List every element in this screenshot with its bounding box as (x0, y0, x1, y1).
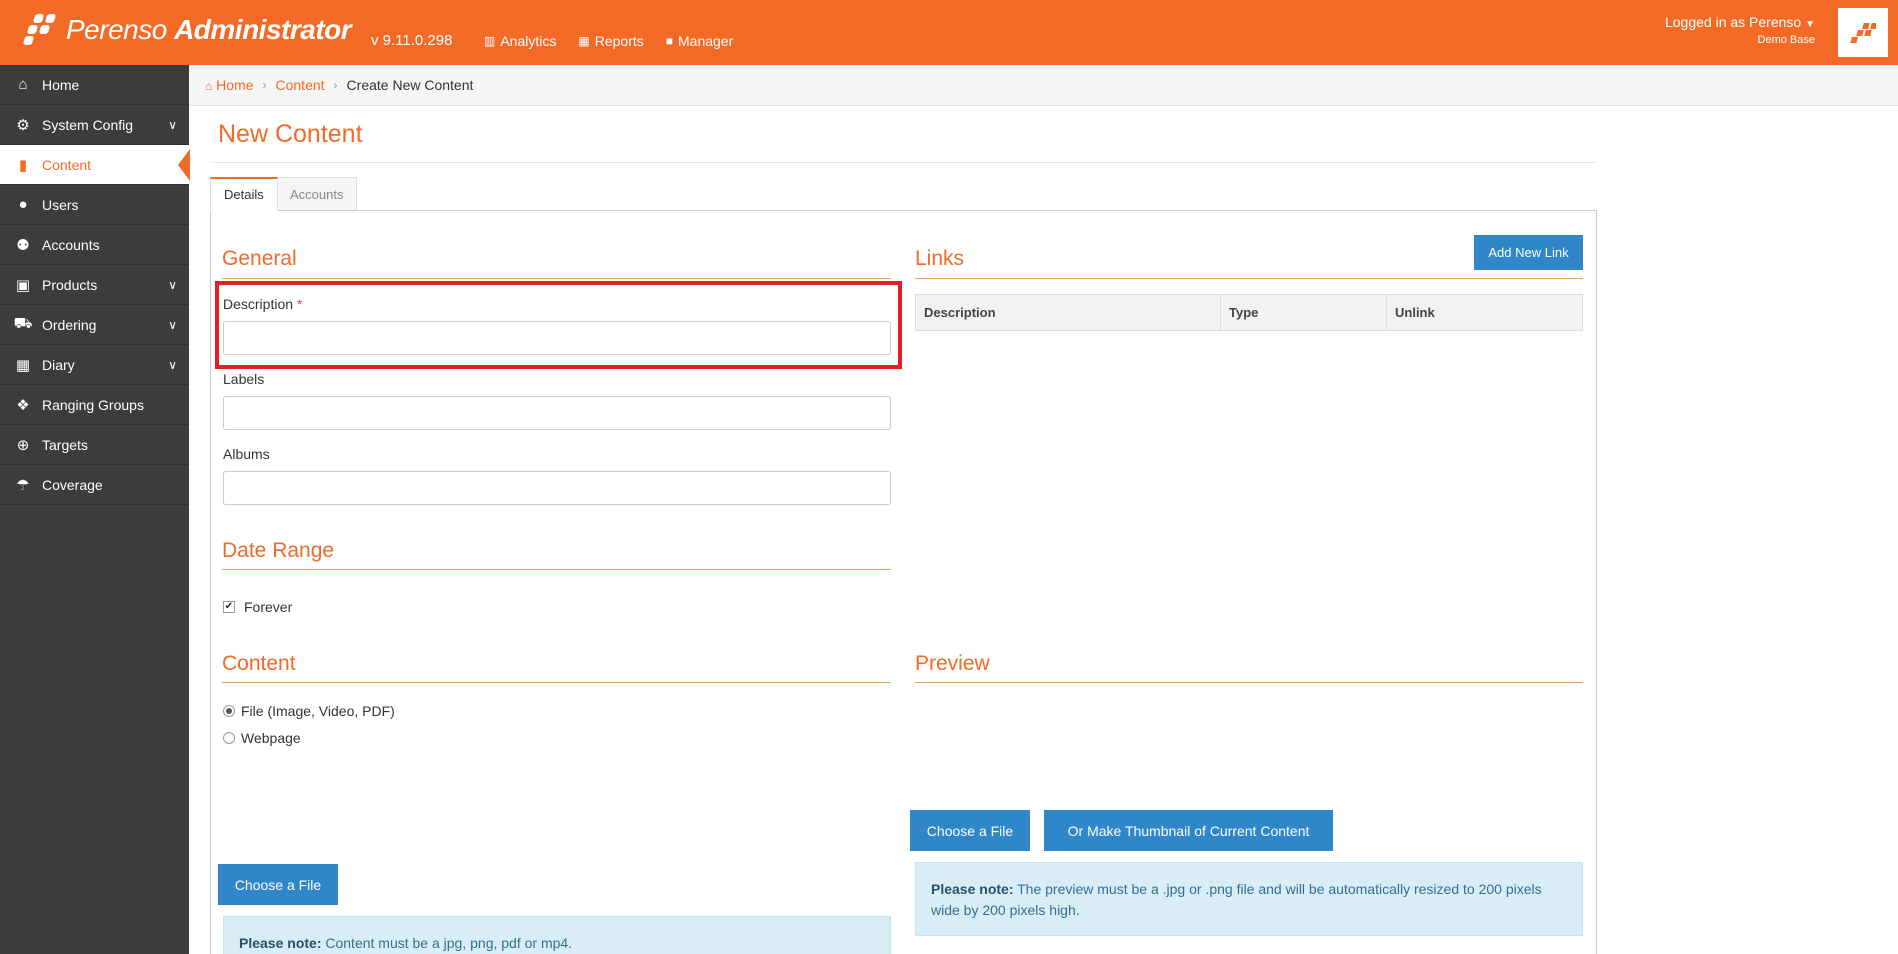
chevron-down-icon: ∨ (168, 317, 177, 332)
forever-checkbox[interactable]: ✔ Forever (223, 599, 292, 615)
sidebar-item-ranging-groups[interactable]: ❖ Ranging Groups (0, 385, 189, 425)
checkbox-checked-icon: ✔ (223, 601, 235, 613)
sidebar-item-diary[interactable]: ▦ Diary ∨ (0, 345, 189, 385)
home-icon: ⌂ (205, 79, 213, 93)
chevron-down-icon: ∨ (168, 117, 177, 132)
gear-icon: ⚙ (16, 116, 30, 134)
content-choose-file-button[interactable]: Choose a File (218, 864, 338, 905)
version-label: v 9.11.0.298 (371, 32, 453, 49)
calendar-icon: ▦ (15, 356, 31, 374)
radio-unselected-icon (223, 732, 235, 744)
gift-icon: ▣ (15, 276, 31, 294)
links-divider (915, 278, 1583, 279)
sidebar-item-ordering[interactable]: ⛟ Ordering ∨ (0, 305, 189, 345)
forever-label: Forever (244, 599, 293, 615)
cubes-icon: ❖ (16, 396, 30, 414)
sidebar-item-accounts[interactable]: ⚉ Accounts (0, 225, 189, 265)
radio-webpage-label: Webpage (241, 730, 301, 746)
breadcrumb: ⌂ Home › Content › Create New Content (189, 65, 1898, 106)
preview-title: Preview (915, 652, 990, 675)
tab-details[interactable]: Details (210, 177, 278, 211)
logo-suffix: Administrator (174, 14, 352, 45)
general-divider (222, 278, 891, 279)
nav-reports[interactable]: ▦ Reports (578, 33, 643, 49)
add-new-link-button[interactable]: Add New Link (1474, 235, 1583, 270)
tab-accounts[interactable]: Accounts (276, 177, 358, 211)
radio-webpage[interactable]: Webpage (223, 730, 301, 746)
column-header-unlink[interactable]: Unlink (1386, 294, 1583, 331)
divider (210, 162, 1597, 163)
labels-label: Labels (223, 371, 265, 387)
top-bar: Perenso Administrator v 9.11.0.298 ▥ Ana… (0, 0, 1898, 65)
preview-divider (915, 682, 1583, 683)
radio-file[interactable]: File (Image, Video, PDF) (223, 703, 395, 719)
sidebar-item-home[interactable]: ⌂ Home (0, 65, 189, 105)
sidebar-item-content[interactable]: ▮ Content (0, 145, 190, 185)
base-label: Demo Base (1757, 34, 1815, 46)
labels-input[interactable] (223, 396, 891, 430)
sidebar-item-products[interactable]: ▣ Products ∨ (0, 265, 189, 305)
home-icon: ⌂ (18, 76, 28, 93)
crosshairs-icon: ⊕ (16, 436, 30, 454)
user-menu[interactable]: Logged in as Perenso ▼ Demo Base (1665, 14, 1815, 46)
umbrella-icon: ☂ (16, 476, 30, 494)
chart-icon: ▥ (484, 34, 496, 48)
column-header-description[interactable]: Description (915, 294, 1221, 331)
page-title: New Content (218, 120, 363, 148)
top-nav: ▥ Analytics ▦ Reports ■ Manager (484, 33, 733, 49)
sidebar-item-coverage[interactable]: ☂ Coverage (0, 465, 189, 505)
albums-label: Albums (223, 446, 270, 462)
chevron-down-icon: ∨ (168, 357, 177, 372)
nav-analytics[interactable]: ▥ Analytics (484, 33, 556, 49)
links-title: Links (915, 247, 965, 270)
breadcrumb-content[interactable]: Content (276, 77, 325, 93)
briefcase-icon: ■ (665, 34, 673, 48)
sidebar-item-targets[interactable]: ⊕ Targets (0, 425, 189, 465)
preview-choose-file-button[interactable]: Choose a File (910, 810, 1030, 851)
perenso-mark-icon (1850, 22, 1876, 43)
users-icon: ⚉ (16, 236, 30, 254)
date-range-title: Date Range (222, 539, 335, 562)
albums-input[interactable] (223, 471, 891, 505)
cart-icon: ⛟ (13, 315, 33, 332)
radio-file-label: File (Image, Video, PDF) (241, 703, 395, 719)
chevron-right-icon: › (333, 78, 338, 92)
description-highlight (215, 281, 902, 369)
breadcrumb-current: Create New Content (346, 77, 474, 93)
radio-selected-icon (223, 705, 235, 717)
content-note: Please note: Content must be a jpg, png,… (223, 916, 891, 954)
file-icon: ▮ (18, 156, 28, 174)
sidebar: ⌂ Home ⚙ System Config ∨ ▮ Content ● Use… (0, 65, 190, 954)
perenso-logo-icon (22, 12, 60, 48)
app-logo[interactable]: Perenso Administrator (22, 12, 352, 48)
general-title: General (222, 247, 297, 270)
chevron-down-icon: ∨ (168, 277, 177, 292)
table-icon: ▦ (578, 34, 590, 48)
content-divider (222, 682, 891, 683)
sidebar-item-users[interactable]: ● Users (0, 185, 189, 225)
content-title: Content (222, 652, 296, 675)
sidebar-item-system-config[interactable]: ⚙ System Config ∨ (0, 105, 189, 145)
avatar[interactable] (1838, 8, 1888, 57)
breadcrumb-home[interactable]: ⌂ Home (205, 77, 254, 93)
nav-manager[interactable]: ■ Manager (666, 33, 734, 49)
preview-note: Please note: The preview must be a .jpg … (915, 862, 1583, 936)
logo-name: Perenso (66, 14, 167, 45)
column-header-type[interactable]: Type (1220, 294, 1387, 331)
logged-in-label: Logged in as Perenso (1664, 14, 1802, 30)
links-table: Description Type Unlink (915, 294, 1583, 331)
chevron-right-icon: › (262, 78, 267, 92)
caret-down-icon: ▼ (1805, 19, 1815, 30)
user-icon: ● (18, 196, 28, 213)
make-thumbnail-button[interactable]: Or Make Thumbnail of Current Content (1044, 810, 1333, 851)
date-range-divider (222, 569, 891, 570)
